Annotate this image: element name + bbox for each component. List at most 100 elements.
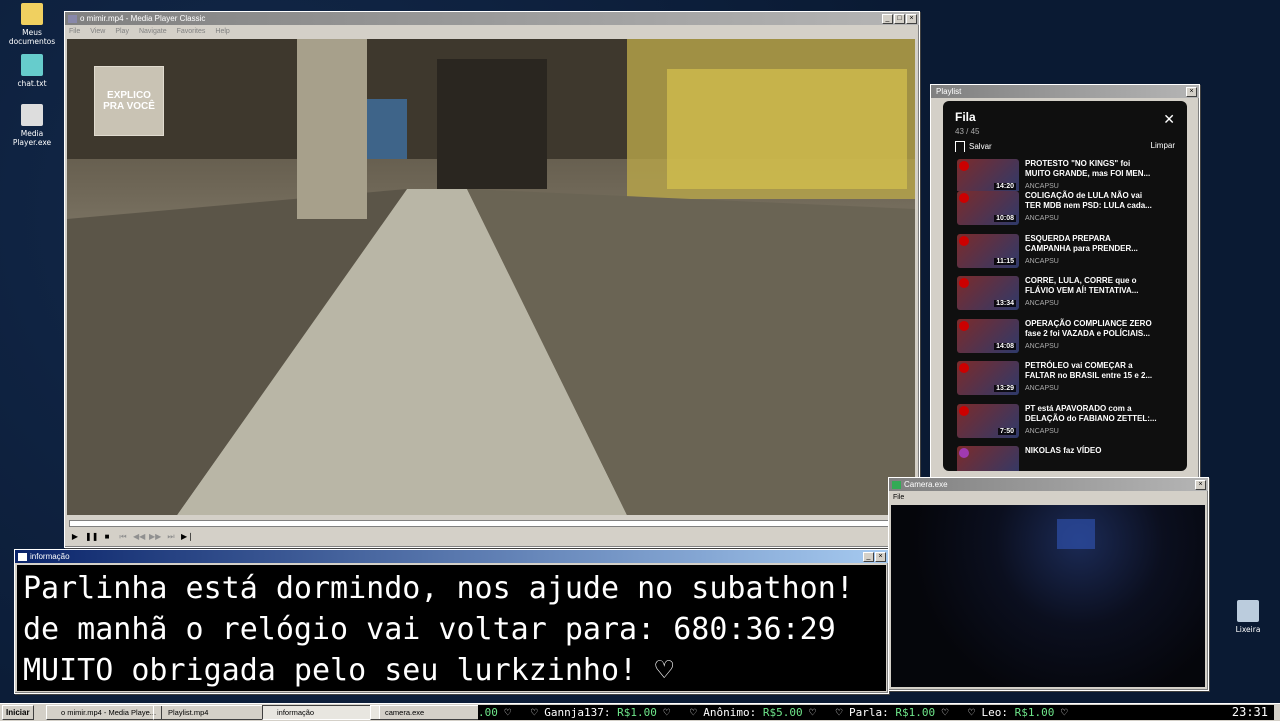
info-titlebar[interactable]: informação _ ×: [15, 550, 888, 563]
desktop-icon-chat[interactable]: chat.txt: [2, 54, 62, 88]
list-item[interactable]: 7:50 PT está APAVORADO com a DELAÇÃO do F…: [943, 403, 1187, 447]
donation-amount: R$5.00: [762, 706, 803, 719]
logo-text-2: PRA VOCÊ: [103, 101, 155, 112]
video-title-line1: COLIGAÇÃO de LULA NÃO vai: [1025, 191, 1143, 200]
queue-panel: Fila 43 / 45 ✕ Salvar Limpar 14:20 PROTE…: [943, 101, 1187, 471]
close-button[interactable]: ×: [1186, 86, 1197, 97]
desktop-icon-media-player[interactable]: Media Player.exe: [2, 104, 62, 147]
stop-icon[interactable]: ■: [101, 531, 113, 543]
donor-name: Gannja137:: [544, 706, 611, 719]
menu-navigate[interactable]: Navigate: [139, 28, 167, 35]
video-thumbnail: 13:34: [957, 276, 1019, 310]
list-item[interactable]: 13:34 CORRE, LULA, CORRE que o FLÁVIO VEM…: [943, 276, 1187, 319]
list-item[interactable]: 13:29 PETRÓLEO vai COMEÇAR a FALTAR no BR…: [943, 361, 1187, 404]
heart-icon: ♡: [504, 706, 512, 719]
video-title-line2: fase 2 foi VAZADA e POLÍCIAIS...: [1025, 328, 1150, 338]
list-item[interactable]: 11:15 ESQUERDA PREPARA CAMPANHA para PREN…: [943, 233, 1187, 277]
maximize-button[interactable]: □: [894, 13, 905, 24]
task-label: informação: [277, 708, 315, 717]
channel-name: ANCAPSU: [1025, 183, 1059, 190]
playlist-titlebar[interactable]: Playlist ×: [931, 85, 1199, 98]
menu-play[interactable]: Play: [115, 28, 129, 35]
media-player-titlebar[interactable]: o mimir.mp4 - Media Player Classic _ □ ×: [65, 12, 919, 25]
media-player-window[interactable]: o mimir.mp4 - Media Player Classic _ □ ×…: [64, 11, 920, 548]
duration-badge: 13:34: [994, 300, 1016, 307]
menu-help[interactable]: Help: [215, 28, 229, 35]
logo-text-1: EXPLICO: [107, 90, 151, 101]
camera-titlebar[interactable]: Camera.exe ×: [889, 478, 1208, 491]
camera-menu-bar: File: [889, 491, 1208, 503]
video-title-line1: ESQUERDA PREPARA: [1025, 233, 1111, 243]
save-button[interactable]: Salvar: [955, 141, 992, 152]
minimize-button[interactable]: _: [882, 13, 893, 24]
task-label: camera.exe: [385, 708, 425, 717]
taskbar-task-playlist[interactable]: Playlist.mp4: [153, 705, 269, 720]
menu-favorites[interactable]: Favorites: [177, 28, 206, 35]
list-item[interactable]: 14:08 OPERAÇÃO COMPLIANCE ZERO fase 2 foi…: [943, 318, 1187, 362]
donor-name: Anônimo:: [703, 706, 757, 719]
donation-amount: R$1.00: [1014, 706, 1055, 719]
info-line-3: MUITO obrigada pelo seu lurkzinho! ♡: [23, 653, 674, 688]
duration-badge: 7:50: [997, 427, 1016, 435]
close-button[interactable]: ×: [1195, 479, 1206, 490]
info-line-1: Parlinha está dormindo, nos ajude no sub…: [23, 571, 854, 606]
donor-name: Leo:: [981, 706, 1008, 719]
list-item[interactable]: 10:08 COLIGAÇÃO de LULA NÃO vai TER MDB n…: [943, 191, 1187, 234]
video-thumbnail: 14:20: [957, 159, 1019, 191]
media-player-icon: [21, 104, 43, 126]
desktop-icon-documents[interactable]: Meus documentos: [2, 3, 62, 46]
heart-icon: ♡: [1060, 706, 1068, 719]
start-label: Iniciar: [6, 708, 30, 717]
pause-icon[interactable]: ❚❚: [85, 531, 98, 543]
play-icon[interactable]: ▶: [69, 531, 81, 543]
save-label: Salvar: [969, 142, 992, 151]
heart-icon: ♡: [809, 706, 816, 719]
frame-step-icon[interactable]: ▶❘: [181, 531, 194, 543]
playlist-window[interactable]: Playlist × Fila 43 / 45 ✕ Salvar Limpar …: [930, 84, 1200, 481]
flag-icon: [959, 448, 969, 458]
menu-file[interactable]: File: [69, 28, 80, 35]
donation-ticker: .00 ♡ ♡ Gannja137: R$1.00 ♡ ♡ Anônimo: R…: [478, 705, 1178, 720]
channel-logo: EXPLICO PRA VOCÊ: [94, 66, 164, 136]
video-title-line2: DELAÇÃO do FABIANO ZETTEL:...: [1025, 413, 1157, 423]
task-label: o mimir.mp4 - Media Playe...: [61, 708, 157, 717]
duration-badge: 11:15: [994, 257, 1016, 265]
taskbar-task-camera[interactable]: camera.exe: [370, 705, 488, 720]
menu-file[interactable]: File: [893, 494, 904, 501]
video-title-line2: MUITO GRANDE, mas FOI MEN...: [1025, 169, 1151, 178]
clear-button[interactable]: Limpar: [1151, 141, 1175, 152]
seek-bar[interactable]: [69, 520, 913, 527]
bookmark-icon: [955, 141, 965, 152]
rewind-icon[interactable]: ◀◀: [133, 531, 145, 543]
list-item[interactable]: NIKOLAS faz VÍDEO: [943, 446, 1187, 471]
folder-icon: [21, 3, 43, 25]
close-button[interactable]: ×: [906, 13, 917, 24]
task-label: Playlist.mp4: [168, 708, 209, 717]
recycle-bin-icon: [1237, 600, 1259, 622]
minimize-button[interactable]: _: [863, 551, 874, 562]
camera-window[interactable]: Camera.exe × File: [888, 477, 1209, 691]
previous-icon[interactable]: ⏮: [117, 531, 129, 543]
fast-forward-icon[interactable]: ▶▶: [149, 531, 161, 543]
duration-badge: 10:08: [994, 215, 1016, 222]
close-button[interactable]: ×: [875, 551, 886, 562]
video-area[interactable]: EXPLICO PRA VOCÊ: [67, 39, 915, 515]
duration-badge: 14:20: [994, 183, 1016, 190]
list-item[interactable]: 14:20 PROTESTO "NO KINGS" foi MUITO GRAND…: [943, 159, 1187, 191]
channel-name: ANCAPSU: [1025, 300, 1059, 307]
desktop-icon-label: Lixeira: [1235, 625, 1261, 634]
channel-name: ANCAPSU: [1025, 385, 1059, 392]
info-window[interactable]: informação _ × Parlinha está dormindo, n…: [14, 549, 889, 694]
menu-view[interactable]: View: [90, 28, 105, 35]
taskbar-task-media-player[interactable]: o mimir.mp4 - Media Playe...: [46, 705, 162, 720]
clock: 23:31: [1172, 705, 1274, 720]
desktop-icon-recycle-bin[interactable]: Lixeira: [1218, 600, 1278, 634]
start-button[interactable]: Iniciar: [2, 705, 34, 720]
next-icon[interactable]: ⏭: [165, 531, 177, 543]
channel-name: ANCAPSU: [1025, 215, 1059, 222]
taskbar-task-informacao[interactable]: informação: [262, 705, 380, 720]
video-title-line1: CORRE, LULA, CORRE que o: [1025, 276, 1137, 285]
close-icon[interactable]: ✕: [1163, 111, 1175, 128]
window-title: Playlist: [936, 87, 962, 96]
video-title-line1: NIKOLAS faz VÍDEO: [1025, 446, 1102, 455]
